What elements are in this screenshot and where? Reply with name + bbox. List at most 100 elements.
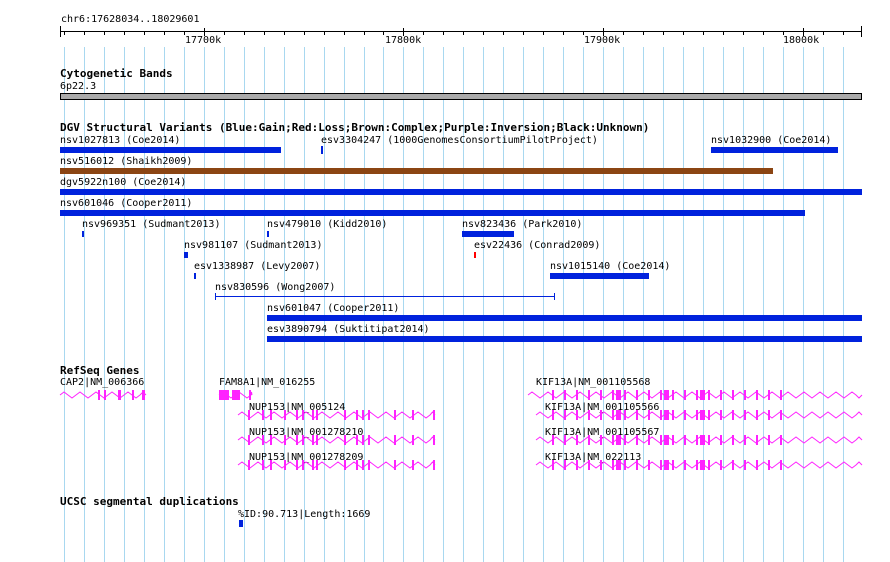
gene-exon[interactable] (588, 410, 590, 420)
segdup-bar[interactable] (239, 520, 243, 527)
gene-exon[interactable] (576, 460, 578, 470)
gene-exon[interactable] (636, 460, 638, 470)
gene-exon[interactable] (732, 410, 734, 420)
gene-exon[interactable] (696, 460, 698, 470)
gene-exon[interactable] (270, 460, 272, 470)
gene-exon[interactable] (262, 435, 264, 445)
gene-exon[interactable] (552, 410, 554, 420)
gene-exon[interactable] (316, 410, 318, 420)
gene-exon[interactable] (412, 435, 414, 445)
gene-exon[interactable] (616, 390, 621, 400)
gene-exon[interactable] (368, 410, 370, 420)
gene-exon[interactable] (636, 390, 638, 400)
gene-exon[interactable] (412, 460, 414, 470)
gene-exon[interactable] (616, 435, 621, 445)
gene-exon[interactable] (600, 390, 602, 400)
gene-exon[interactable] (744, 460, 746, 470)
gene-exon[interactable] (368, 435, 370, 445)
gene-exon[interactable] (118, 390, 121, 400)
gene-exon[interactable] (756, 435, 758, 445)
variant-bar[interactable] (550, 273, 649, 279)
gene-exon[interactable] (248, 435, 250, 445)
gene-exon[interactable] (249, 390, 251, 400)
variant-bar[interactable] (267, 315, 862, 321)
gene-exon[interactable] (600, 435, 602, 445)
gene-exon[interactable] (344, 410, 346, 420)
gene-exon[interactable] (624, 390, 626, 400)
gene-exon[interactable] (684, 410, 686, 420)
gene-exon[interactable] (142, 390, 145, 400)
gene-exon[interactable] (302, 460, 304, 470)
gene-exon[interactable] (744, 390, 746, 400)
gene-exon[interactable] (362, 435, 364, 445)
gene-exon[interactable] (564, 390, 566, 400)
gene-exon[interactable] (284, 410, 286, 420)
gene-exon[interactable] (648, 390, 650, 400)
gene-exon[interactable] (660, 435, 662, 445)
gene-exon[interactable] (344, 435, 346, 445)
gene-exon[interactable] (732, 390, 734, 400)
gene-exon[interactable] (588, 390, 590, 400)
gene-exon[interactable] (756, 460, 758, 470)
gene-exon[interactable] (708, 460, 710, 470)
gene-exon[interactable] (636, 435, 638, 445)
gene-exon[interactable] (262, 460, 264, 470)
gene-exon[interactable] (564, 460, 566, 470)
gene-exon[interactable] (394, 435, 396, 445)
gene-exon[interactable] (768, 390, 770, 400)
variant-bar[interactable] (267, 231, 269, 237)
gene-exon[interactable] (708, 410, 710, 420)
gene-exon[interactable] (552, 460, 554, 470)
gene-exon[interactable] (302, 410, 304, 420)
gene-exon[interactable] (612, 410, 614, 420)
gene-exon[interactable] (664, 410, 669, 420)
gene-exon[interactable] (296, 435, 298, 445)
gene-exon[interactable] (624, 460, 626, 470)
gene-exon[interactable] (368, 460, 370, 470)
gene-exon[interactable] (684, 460, 686, 470)
gene-exon[interactable] (394, 410, 396, 420)
gene-exon[interactable] (696, 410, 698, 420)
variant-bar[interactable] (60, 210, 805, 216)
gene-exon[interactable] (576, 435, 578, 445)
gene-exon[interactable] (552, 435, 554, 445)
variant-bar[interactable] (267, 336, 862, 342)
gene-exon[interactable] (780, 435, 782, 445)
gene-exon[interactable] (768, 410, 770, 420)
variant-bar[interactable] (194, 273, 196, 279)
gene-exon[interactable] (412, 410, 414, 420)
gene-exon[interactable] (356, 460, 358, 470)
gene-exon[interactable] (672, 390, 674, 400)
gene-exon[interactable] (660, 410, 662, 420)
gene-exon[interactable] (700, 390, 705, 400)
gene-exon[interactable] (564, 410, 566, 420)
gene-exon[interactable] (664, 390, 669, 400)
gene-exon[interactable] (672, 410, 674, 420)
gene-exon[interactable] (356, 410, 358, 420)
gene-exon[interactable] (433, 410, 435, 420)
gene-exon[interactable] (664, 460, 669, 470)
gene-exon[interactable] (588, 460, 590, 470)
gene-exon[interactable] (696, 435, 698, 445)
gene-exon[interactable] (672, 435, 674, 445)
gene-exon[interactable] (780, 390, 782, 400)
gene-exon[interactable] (564, 435, 566, 445)
gene-exon[interactable] (612, 390, 614, 400)
gene-exon[interactable] (270, 435, 272, 445)
gene-exon[interactable] (720, 460, 722, 470)
gene-exon[interactable] (648, 435, 650, 445)
gene-exon[interactable] (433, 435, 435, 445)
gene-exon[interactable] (394, 460, 396, 470)
gene-exon[interactable] (660, 390, 662, 400)
gene-exon[interactable] (248, 460, 250, 470)
gene-exon[interactable] (732, 460, 734, 470)
gene-exon[interactable] (756, 410, 758, 420)
gene-exon[interactable] (700, 435, 705, 445)
gene-exon[interactable] (684, 390, 686, 400)
variant-bar[interactable] (711, 147, 838, 153)
gene-exon[interactable] (312, 410, 314, 420)
gene-exon[interactable] (696, 390, 698, 400)
variant-bar[interactable] (60, 168, 773, 174)
gene-exon[interactable] (636, 410, 638, 420)
gene-exon[interactable] (624, 435, 626, 445)
